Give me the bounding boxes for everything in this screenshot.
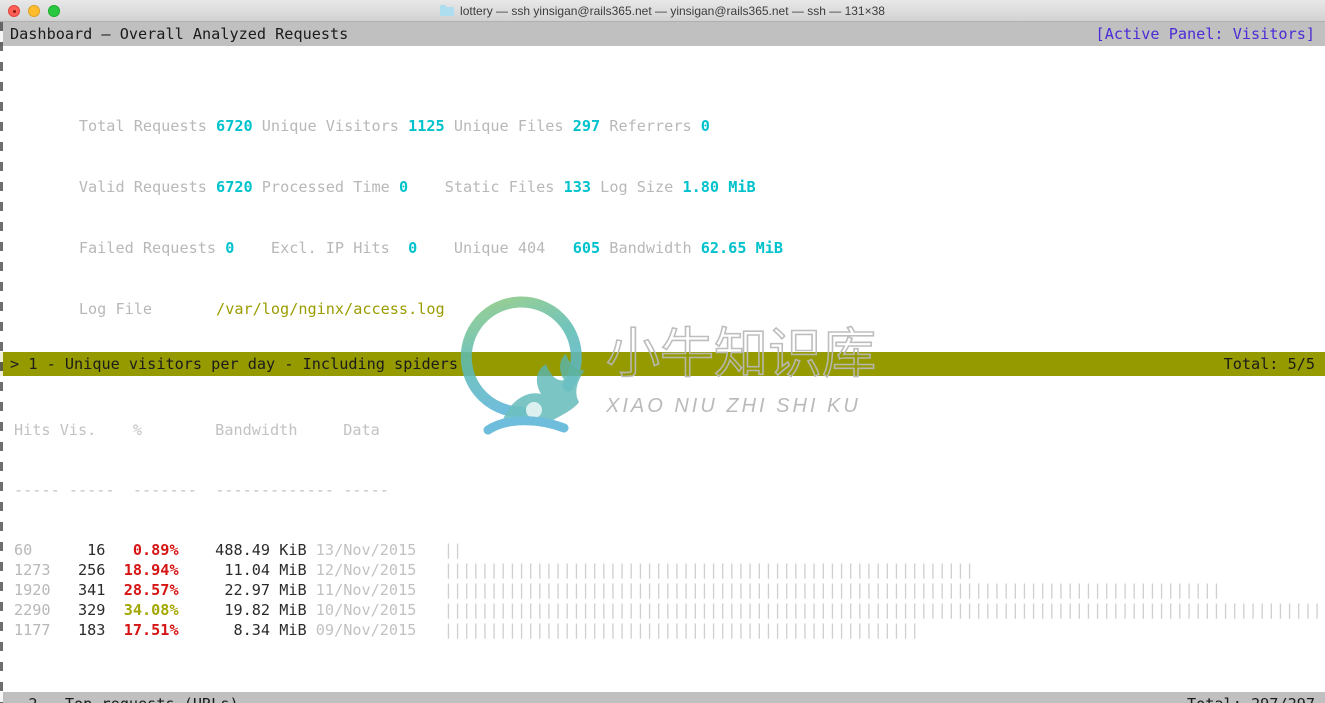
stat-label-unique-files: Unique Files xyxy=(453,117,564,135)
cell-bandwidth: 19.82 MiB xyxy=(178,601,307,619)
stat-value-failed-requests: 0 xyxy=(225,239,235,257)
panel-1-title: > 1 - Unique visitors per day - Includin… xyxy=(10,355,459,373)
col-header: ----- xyxy=(68,481,133,499)
stat-value-unique-visitors: 1125 xyxy=(408,117,445,135)
stats-row: Failed Requests 0 Excl. IP Hits 0 Unique… xyxy=(24,218,1325,257)
col-header: ----- xyxy=(14,481,69,499)
panel-1-column-rules: ----- ----- ------- ------------- ----- xyxy=(14,480,1325,500)
col-header: % xyxy=(132,421,216,439)
panel-2-title: 2 - Top requests (URLs) xyxy=(10,694,238,703)
stats-row: Total Requests 6720 Unique Visitors 1125… xyxy=(24,96,1325,135)
window-title: lottery — ssh yinsigan@rails365.net — yi… xyxy=(440,4,885,18)
col-header: ----- xyxy=(343,481,399,499)
cell-visitors: 256 xyxy=(59,561,106,579)
stat-label-log-file: Log File xyxy=(78,300,153,318)
cell-percent: 34.08% xyxy=(114,601,179,619)
stat-value-unique-404: 605 xyxy=(572,239,601,257)
cell-bandwidth: 8.34 MiB xyxy=(178,621,307,639)
window-controls[interactable] xyxy=(8,5,60,17)
col-header: Hits xyxy=(14,421,60,439)
panel-2-header[interactable]: 2 - Top requests (URLs) Total: 297/297 xyxy=(0,692,1325,703)
cell-percent: 0.89% xyxy=(114,541,179,559)
stat-value-excl-ip-hits: 0 xyxy=(408,239,418,257)
cell-percent: 18.94% xyxy=(114,561,179,579)
cell-bandwidth: 488.49 KiB xyxy=(178,541,307,559)
cell-hits: 1177 xyxy=(14,621,60,639)
dashboard-header: Dashboard — Overall Analyzed Requests [A… xyxy=(0,22,1325,46)
table-row[interactable]: 1920 341 28.57% 22.97 MiB 11/Nov/2015 ||… xyxy=(14,580,1325,600)
stat-value-log-size: 1.80 MiB xyxy=(682,178,756,196)
stat-label-excl-ip-hits: Excl. IP Hits xyxy=(270,239,390,257)
cell-bar-graph: ||||||||||||||||||||||||||||||||||||||||… xyxy=(443,561,975,579)
stat-value-processed-time: 0 xyxy=(398,178,409,196)
stat-label-processed-time: Processed Time xyxy=(261,178,390,196)
cell-hits: 60 xyxy=(14,541,60,559)
cell-hits: 2290 xyxy=(14,601,60,619)
cell-data: 10/Nov/2015 xyxy=(315,601,435,619)
stat-label-bandwidth: Bandwidth xyxy=(609,239,692,257)
cell-percent: 28.57% xyxy=(114,581,179,599)
panel-1-total: Total: 5/5 xyxy=(1223,355,1315,373)
cell-visitors: 341 xyxy=(59,581,106,599)
stat-label-referrers: Referrers xyxy=(609,117,692,135)
stats-row-logfile: Log File /var/log/nginx/access.log xyxy=(24,279,1325,318)
cell-bar-graph: ||||||||||||||||||||||||||||||||||||||||… xyxy=(443,581,1222,599)
window-left-edge xyxy=(0,22,3,703)
cell-data: 13/Nov/2015 xyxy=(315,541,435,559)
stat-value-bandwidth: 62.65 MiB xyxy=(700,239,784,257)
zoom-button[interactable] xyxy=(48,5,60,17)
cell-visitors: 329 xyxy=(59,601,106,619)
folder-icon xyxy=(440,5,455,16)
cell-bar-graph: ||||||||||||||||||||||||||||||||||||||||… xyxy=(443,621,920,639)
col-header: ------- xyxy=(132,481,216,499)
stat-label-unique-404: Unique 404 xyxy=(453,239,546,257)
page-title: Dashboard — Overall Analyzed Requests xyxy=(10,25,349,43)
cell-bar-graph: ||||||||||||||||||||||||||||||||||||||||… xyxy=(443,601,1325,619)
table-row[interactable]: 2290 329 34.08% 19.82 MiB 10/Nov/2015 ||… xyxy=(14,600,1325,620)
stats-row: Valid Requests 6720 Processed Time 0 Sta… xyxy=(24,157,1325,196)
stat-label-static-files: Static Files xyxy=(444,178,555,196)
minimize-button[interactable] xyxy=(28,5,40,17)
panel-1-table: Hits Vis. % Bandwidth Data ----- ----- -… xyxy=(0,376,1325,680)
cell-bandwidth: 11.04 MiB xyxy=(178,561,307,579)
terminal-content: Dashboard — Overall Analyzed Requests [A… xyxy=(0,22,1325,703)
cell-visitors: 183 xyxy=(59,621,106,639)
stat-label-valid-requests: Valid Requests xyxy=(78,178,207,196)
stat-label-total-requests: Total Requests xyxy=(78,117,207,135)
panel-1-header[interactable]: > 1 - Unique visitors per day - Includin… xyxy=(0,352,1325,376)
active-panel-indicator: [Active Panel: Visitors] xyxy=(1095,25,1315,43)
cell-hits: 1920 xyxy=(14,581,60,599)
stat-value-unique-files: 297 xyxy=(572,117,601,135)
col-header: ------------- xyxy=(215,481,344,499)
stat-label-unique-visitors: Unique Visitors xyxy=(261,117,399,135)
panel-1-column-headers: Hits Vis. % Bandwidth Data xyxy=(14,420,1325,440)
stat-value-log-file: /var/log/nginx/access.log xyxy=(216,300,445,318)
stat-value-static-files: 133 xyxy=(563,178,592,196)
cell-data: 09/Nov/2015 xyxy=(315,621,435,639)
col-header: Vis. xyxy=(59,421,133,439)
stat-label-log-size: Log Size xyxy=(600,178,674,196)
table-row[interactable]: 1273 256 18.94% 11.04 MiB 12/Nov/2015 ||… xyxy=(14,560,1325,580)
table-row[interactable]: 60 16 0.89% 488.49 KiB 13/Nov/2015 || xyxy=(14,540,1325,560)
col-header: Bandwidth xyxy=(215,421,344,439)
cell-bandwidth: 22.97 MiB xyxy=(178,581,307,599)
stat-value-total-requests: 6720 xyxy=(216,117,253,135)
cell-bar-graph: || xyxy=(443,541,463,559)
window-title-text: lottery — ssh yinsigan@rails365.net — yi… xyxy=(460,3,885,18)
table-row[interactable]: 1177 183 17.51% 8.34 MiB 09/Nov/2015 |||… xyxy=(14,620,1325,640)
stat-label-failed-requests: Failed Requests xyxy=(78,239,217,257)
cell-percent: 17.51% xyxy=(114,621,179,639)
cell-hits: 1273 xyxy=(14,561,60,579)
cell-data: 12/Nov/2015 xyxy=(315,561,435,579)
cell-visitors: 16 xyxy=(59,541,106,559)
stat-value-valid-requests: 6720 xyxy=(216,178,253,196)
cell-data: 11/Nov/2015 xyxy=(315,581,435,599)
overall-stats: Total Requests 6720 Unique Visitors 1125… xyxy=(0,46,1325,340)
panel-2-total: Total: 297/297 xyxy=(1187,694,1315,703)
stat-value-referrers: 0 xyxy=(700,117,710,135)
window-titlebar: lottery — ssh yinsigan@rails365.net — yi… xyxy=(0,0,1325,22)
close-button[interactable] xyxy=(8,5,20,17)
col-header: Data xyxy=(343,421,399,439)
